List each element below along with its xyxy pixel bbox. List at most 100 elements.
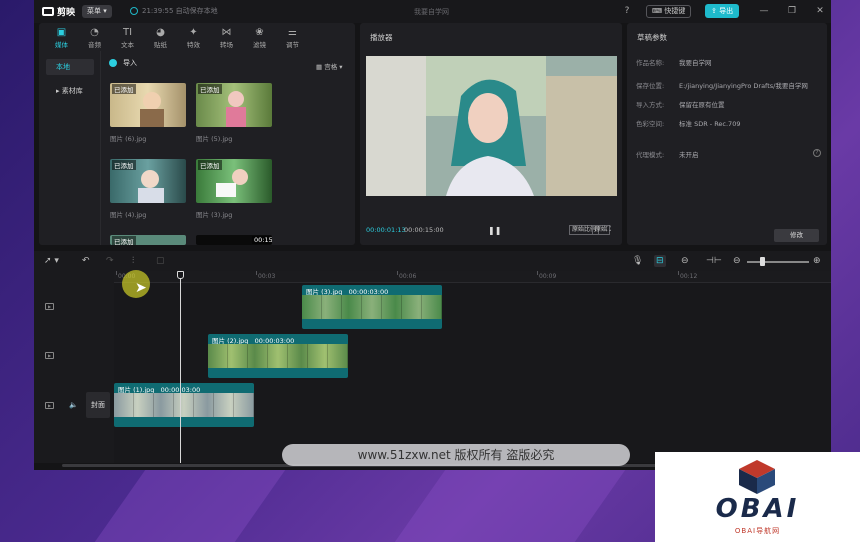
playhead-handle[interactable] (177, 271, 184, 279)
zoom-in-icon[interactable]: ⊕ (813, 255, 821, 267)
cube-logo-icon (739, 460, 775, 494)
ruler-tick: 00:06 (396, 271, 417, 280)
thumbnail-name: 图片 (5).jpg (196, 135, 233, 143)
timeline-clip[interactable]: 图片 (3).jpg 00:00:03:00 (302, 285, 442, 329)
ruler-tick: 00:12 (677, 271, 698, 280)
cover-button[interactable]: 封面 (86, 392, 110, 418)
fullscreen-icon[interactable]: ⛶ (606, 225, 611, 234)
sidebar-item-local[interactable]: 本地 (46, 59, 94, 75)
background-stripe (394, 470, 626, 542)
mouse-cursor-icon: ➤ (135, 280, 147, 296)
view-mode-button[interactable]: ▦ 宫格 ▾ (316, 61, 343, 71)
audio-icon: ◔ (90, 27, 99, 38)
snap-icon[interactable]: ⊟ (654, 255, 666, 267)
tab-media[interactable]: ▣ 媒体 (45, 23, 78, 51)
timeline-ruler[interactable]: 00:00 00:03 00:06 00:09 00:12 (114, 271, 831, 283)
pause-icon[interactable]: ❚❚ (488, 226, 501, 235)
draft-title: 草稿参数 (637, 33, 667, 42)
added-badge: 已添加 (198, 160, 222, 170)
media-thumbnail[interactable]: 已添加 (196, 83, 272, 127)
app-logo: 剪映 (42, 5, 75, 18)
preview-axis-icon[interactable]: ⊣⊢ (706, 255, 722, 267)
redo-icon[interactable]: ↷ (106, 255, 114, 267)
brand-logo: OBAI OBAI导航网 (655, 452, 860, 542)
tab-adjust[interactable]: ⚌ 调节 (276, 23, 309, 51)
project-title: 我要自学网 (414, 8, 449, 16)
media-icon: ▣ (56, 27, 67, 38)
media-thumbnail[interactable]: 已添加 (196, 159, 272, 203)
effects-icon: ✦ (189, 27, 198, 38)
track-visibility-icon[interactable]: ▶ (45, 402, 54, 409)
link-icon[interactable]: ⊖ (681, 255, 689, 267)
brand-wordmark: OBAI (715, 494, 800, 524)
sidebar-item-library[interactable]: ▸ 素材库 (46, 83, 94, 99)
shortcut-button[interactable]: ⌨ 快捷键 (646, 5, 692, 18)
close-icon[interactable]: ✕ (814, 5, 826, 17)
title-bar: 剪映 菜单 ▾ 21:39:55 自动保存本地 我要自学网 ? ⌨ 快捷键 ⇪ … (34, 0, 831, 23)
current-timecode: 00:00:01:13 (366, 226, 406, 234)
filter-icon: ❀ (255, 27, 264, 38)
delete-icon[interactable]: ▢ (156, 255, 165, 267)
ruler-tick: 00:03 (255, 271, 276, 280)
edit-button[interactable]: 修改 (774, 229, 819, 242)
autosave-status: 21:39:55 自动保存本地 (130, 6, 218, 16)
adjust-icon: ⚌ (288, 27, 297, 38)
import-button[interactable]: 导入 (109, 58, 137, 68)
video-preview[interactable] (366, 56, 617, 196)
undo-icon[interactable]: ↶ (82, 255, 90, 267)
draft-row: 代理模式: 未开启 (636, 151, 699, 159)
tab-sticker[interactable]: ◕ 贴纸 (144, 23, 177, 51)
mic-icon[interactable]: 🎙 (632, 255, 643, 267)
media-tabs: ▣ 媒体 ◔ 音频 TI 文本 ◕ 贴纸 ✦ 特效 ⋈ 转场 ❀ 滤镜 ⚌ 调节 (39, 23, 355, 51)
import-icon (109, 59, 117, 67)
minimize-icon[interactable]: — (758, 5, 770, 17)
help-icon[interactable]: ? (621, 5, 633, 17)
transition-icon: ⋈ (221, 27, 232, 38)
app-window: 剪映 菜单 ▾ 21:39:55 自动保存本地 我要自学网 ? ⌨ 快捷键 ⇪ … (34, 0, 831, 470)
menu-button[interactable]: 菜单 ▾ (82, 5, 112, 18)
timeline-clip[interactable]: 图片 (2).jpg 00:00:03:00 (208, 334, 348, 378)
playhead[interactable] (180, 271, 181, 463)
draft-params-panel: 草稿参数 作品名称: 我要自学网 保存位置: E:/jianying/Jianyin… (627, 23, 827, 245)
added-badge: 已添加 (112, 84, 136, 94)
track-visibility-icon[interactable]: ▶ (45, 352, 54, 359)
added-badge: 已添加 (112, 236, 136, 245)
draft-row: 保存位置: E:/jianying/JianyingPro Drafts/我要自学… (636, 82, 808, 90)
preview-frame (366, 56, 617, 196)
thumbnail-name: 图片 (4).jpg (110, 211, 147, 219)
select-tool-icon[interactable]: ➚ ▾ (44, 255, 59, 267)
media-panel: ▣ 媒体 ◔ 音频 TI 文本 ◕ 贴纸 ✦ 特效 ⋈ 转场 ❀ 滤镜 ⚌ 调节 本地 ▸ 素材… (39, 23, 355, 245)
zoom-out-icon[interactable]: ⊖ (733, 255, 741, 267)
tab-filter[interactable]: ❀ 滤镜 (243, 23, 276, 51)
thumbnail-name: 图片 (3).jpg (196, 211, 233, 219)
watermark-banner: www.51zxw.net 版权所有 盗版必究 (282, 444, 630, 466)
clip-thumbnails (114, 393, 254, 417)
mute-icon[interactable]: 🔈 (69, 401, 78, 409)
maximize-icon[interactable]: ❐ (786, 5, 798, 17)
media-thumbnail-video[interactable]: 00:15 (196, 235, 272, 245)
proxy-help-icon[interactable]: ? (813, 149, 821, 157)
tab-text[interactable]: TI 文本 (111, 23, 144, 51)
autosave-icon (130, 7, 138, 15)
sticker-icon: ◕ (156, 27, 165, 38)
split-icon[interactable]: ⫶ (132, 255, 134, 267)
track-visibility-icon[interactable]: ▶ (45, 303, 54, 310)
zoom-slider[interactable] (747, 261, 809, 263)
timeline-clip[interactable]: 图片 (1).jpg 00:00:03:00 (114, 383, 254, 427)
media-sidebar: 本地 ▸ 素材库 (39, 51, 101, 245)
brand-subtitle: OBAI导航网 (734, 527, 781, 535)
tab-transition[interactable]: ⋈ 转场 (210, 23, 243, 51)
export-button[interactable]: ⇪ 导出 (705, 4, 740, 18)
tab-audio[interactable]: ◔ 音频 (78, 23, 111, 51)
clip-thumbnails (302, 295, 442, 319)
media-thumbnail[interactable]: 已添加 (110, 159, 186, 203)
text-icon: TI (122, 27, 133, 38)
draft-row: 导入方式: 保留在原有位置 (636, 101, 725, 109)
thumbnail-name: 图片 (6).jpg (110, 135, 147, 143)
zoom-slider-knob[interactable] (760, 257, 765, 266)
media-thumbnail[interactable]: 已添加 (110, 235, 186, 245)
added-badge: 已添加 (112, 160, 136, 170)
tab-effects[interactable]: ✦ 特效 (177, 23, 210, 51)
media-thumbnail[interactable]: 已添加 (110, 83, 186, 127)
ruler-tick: 00:09 (536, 271, 557, 280)
